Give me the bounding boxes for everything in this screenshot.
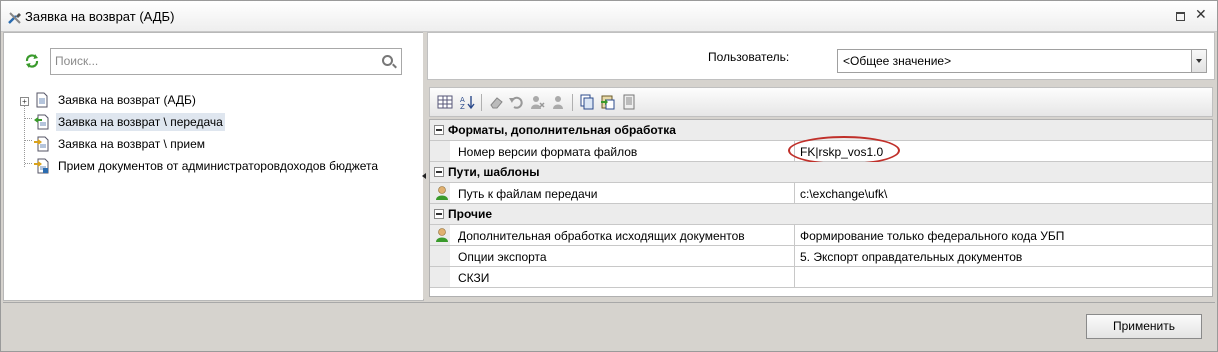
app-window: Заявка на возврат (АДБ) ✕ + — [0, 0, 1218, 352]
person-icon — [436, 186, 448, 200]
notes-icon[interactable] — [621, 94, 637, 110]
chevron-down-icon[interactable] — [1191, 50, 1206, 72]
document-send-icon — [34, 114, 49, 130]
delete-user-icon[interactable] — [529, 94, 545, 110]
person-icon — [436, 228, 448, 242]
collapse-icon[interactable] — [434, 167, 444, 177]
tree-node[interactable]: Заявка на возврат \ прием — [4, 135, 404, 155]
user-label: Пользователь: — [708, 50, 790, 64]
category-row[interactable]: Прочие — [430, 204, 1212, 225]
property-value[interactable]: c:\exchange\ufk\ — [800, 187, 887, 201]
sort-az-icon[interactable]: A Z — [459, 94, 475, 110]
property-name: Номер версии формата файлов — [458, 145, 638, 159]
copy-icon[interactable] — [579, 94, 595, 110]
tree-node[interactable]: Прием документов от администраторовдоход… — [4, 157, 414, 177]
window-title: Заявка на возврат (АДБ) — [25, 9, 175, 24]
category-label: Прочие — [448, 207, 493, 221]
toolbar-separator — [572, 94, 573, 111]
column-divider — [794, 225, 795, 246]
user-select[interactable]: <Общее значение> — [837, 49, 1207, 73]
property-value[interactable]: 5. Экспорт оправдательных документов — [800, 250, 1022, 264]
document-receive-icon — [34, 158, 49, 174]
property-name: Опции экспорта — [458, 250, 547, 264]
tree-node-label: Заявка на возврат \ прием — [58, 137, 205, 151]
property-row[interactable]: Опции экспорта 5. Экспорт оправдательных… — [430, 246, 1212, 267]
document-icon — [36, 92, 48, 108]
user-panel: Пользователь: <Общее значение> — [427, 32, 1215, 80]
footer-bar: Применить — [3, 302, 1215, 350]
row-gutter — [430, 267, 450, 287]
search-icon[interactable] — [382, 55, 393, 66]
property-row[interactable]: Дополнительная обработка исходящих докум… — [430, 225, 1212, 246]
document-receive-icon — [34, 136, 49, 152]
tree-node[interactable]: Заявка на возврат \ передача — [4, 113, 404, 133]
right-panel: Пользователь: <Общее значение> A Z Форма… — [427, 32, 1215, 299]
category-label: Форматы, дополнительная обработка — [448, 123, 676, 137]
user-icon[interactable] — [550, 94, 566, 110]
row-gutter — [430, 246, 450, 266]
close-button[interactable]: ✕ — [1195, 7, 1207, 23]
property-toolbar: A Z — [429, 87, 1213, 117]
undo-icon[interactable] — [508, 94, 524, 110]
highlight-ellipse — [788, 136, 900, 165]
property-name: СКЗИ — [458, 271, 490, 285]
tree-node-label: Прием документов от администраторовдоход… — [58, 159, 379, 173]
tools-icon — [8, 12, 21, 24]
property-row[interactable]: Путь к файлам передачи c:\exchange\ufk\ — [430, 183, 1212, 204]
column-divider — [794, 246, 795, 267]
refresh-icon[interactable] — [24, 53, 40, 69]
category-row[interactable]: Пути, шаблоны — [430, 162, 1212, 183]
tree-node-label: Заявка на возврат (АДБ) — [58, 93, 196, 107]
property-row[interactable]: СКЗИ — [430, 267, 1212, 288]
collapse-icon[interactable] — [434, 125, 444, 135]
eraser-icon[interactable] — [488, 94, 504, 110]
property-value[interactable]: Формирование только федерального кода УБ… — [800, 229, 1064, 243]
collapse-arrow-icon[interactable] — [422, 173, 426, 179]
column-divider — [794, 183, 795, 204]
toolbar-separator — [481, 94, 482, 111]
column-divider — [794, 267, 795, 288]
tree-node[interactable]: + Заявка на возврат (АДБ) — [4, 91, 404, 111]
apply-button[interactable]: Применить — [1086, 314, 1202, 339]
paste-icon[interactable] — [600, 94, 616, 110]
search-input[interactable] — [55, 53, 375, 69]
property-name: Путь к файлам передачи — [458, 187, 598, 201]
grid-view-icon[interactable] — [437, 94, 453, 110]
property-row[interactable]: Номер версии формата файлов FK|rskp_vos1… — [430, 136, 1212, 165]
tree-expander[interactable]: + — [20, 97, 29, 106]
svg-text:Z: Z — [460, 103, 465, 110]
row-gutter — [430, 141, 450, 161]
property-grid: Форматы, дополнительная обработка Номер … — [429, 119, 1213, 297]
category-label: Пути, шаблоны — [448, 165, 540, 179]
search-box — [50, 48, 402, 75]
user-select-value: <Общее значение> — [843, 54, 952, 68]
tree-node-label: Заявка на возврат \ передача — [56, 113, 225, 131]
property-name: Дополнительная обработка исходящих докум… — [458, 229, 745, 243]
title-bar: Заявка на возврат (АДБ) ✕ — [1, 1, 1217, 32]
left-panel: + Заявка на возврат (АДБ) Заявка на возв… — [3, 32, 424, 301]
restore-button[interactable] — [1176, 12, 1185, 21]
collapse-icon[interactable] — [434, 209, 444, 219]
